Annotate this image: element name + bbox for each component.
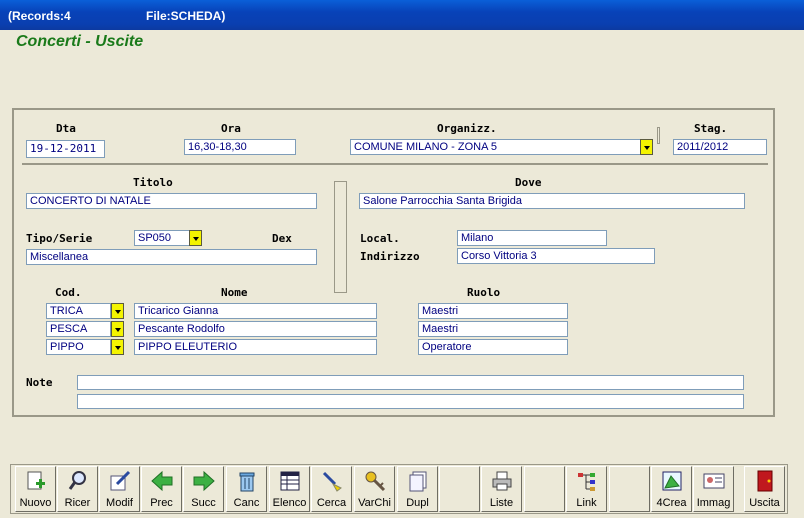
- ora-label: Ora: [221, 122, 241, 135]
- local-label: Local.: [360, 232, 400, 245]
- dex-field[interactable]: Miscellanea: [26, 249, 317, 265]
- dupl-button[interactable]: Dupl: [397, 466, 438, 512]
- dupl-label: Dupl: [406, 497, 429, 509]
- link-button[interactable]: Link: [566, 466, 607, 512]
- elenco-label: Elenco: [272, 497, 307, 509]
- nuovo-label: Nuovo: [19, 497, 52, 509]
- id-card-icon: [703, 473, 725, 489]
- succ-button[interactable]: Succ: [183, 466, 224, 512]
- note-label: Note: [26, 376, 53, 389]
- divider: [334, 181, 347, 293]
- nome-header: Nome: [221, 286, 248, 299]
- table-row-cod[interactable]: PESCA: [46, 321, 111, 337]
- cod-header: Cod.: [55, 286, 82, 299]
- prec-button[interactable]: Prec: [141, 466, 182, 512]
- nuovo-button[interactable]: Nuovo: [15, 466, 56, 512]
- note-field-2[interactable]: [77, 394, 744, 409]
- arrow-left-icon: [151, 470, 173, 492]
- cod-dropdown-button[interactable]: [111, 339, 124, 355]
- titolo-label: Titolo: [133, 176, 173, 189]
- printer-icon: [492, 471, 512, 491]
- empty-toolbar-button[interactable]: [439, 466, 480, 512]
- local-field[interactable]: Milano: [457, 230, 607, 246]
- varchi-button[interactable]: VarChi: [354, 466, 395, 512]
- trash-icon: [239, 472, 255, 492]
- link-label: Link: [576, 497, 597, 509]
- titolo-field[interactable]: CONCERTO DI NATALE: [26, 193, 317, 209]
- empty-toolbar-button[interactable]: [609, 466, 650, 512]
- table-row-ruolo[interactable]: Operatore: [418, 339, 568, 355]
- edit-icon: [110, 470, 131, 491]
- table-row-nome[interactable]: Tricarico Gianna: [134, 303, 377, 319]
- tipo-serie-label: Tipo/Serie: [26, 232, 93, 245]
- tipo-serie-dropdown-button[interactable]: [189, 230, 202, 246]
- records-count: (Records:4: [8, 9, 71, 23]
- table-row-ruolo[interactable]: Maestri: [418, 303, 568, 319]
- table-row-cod[interactable]: TRICA: [46, 303, 111, 319]
- dove-field[interactable]: Salone Parrocchia Santa Brigida: [359, 193, 745, 209]
- ruolo-header: Ruolo: [467, 286, 501, 299]
- table-row-cod[interactable]: PIPPO: [46, 339, 111, 355]
- organizz-label: Organizz.: [437, 122, 497, 135]
- table-row-ruolo[interactable]: Maestri: [418, 321, 568, 337]
- arrow-right-icon: [193, 470, 215, 492]
- ricer-label: Ricer: [64, 497, 91, 509]
- keys-icon: [365, 471, 386, 492]
- cod-dropdown-button[interactable]: [111, 321, 124, 337]
- table-row-nome[interactable]: Pescante Rodolfo: [134, 321, 377, 337]
- varchi-label: VarChi: [358, 497, 391, 509]
- prec-label: Prec: [150, 497, 173, 509]
- divider: [657, 127, 660, 144]
- search-icon: [68, 471, 86, 490]
- title-bar: (Records:4 File:SCHEDA): [0, 0, 804, 30]
- empty-toolbar-button[interactable]: [524, 466, 565, 512]
- organizz-field[interactable]: COMUNE MILANO - ZONA 5: [350, 139, 641, 155]
- liste-button[interactable]: Liste: [481, 466, 522, 512]
- immag-label: Immag: [696, 497, 731, 509]
- stag-field[interactable]: 2011/2012: [673, 139, 767, 155]
- duplicate-icon: [409, 471, 427, 492]
- new-doc-icon: [27, 471, 45, 490]
- list-icon: [280, 471, 300, 491]
- indirizzo-field[interactable]: Corso Vittoria 3: [457, 248, 655, 264]
- immag-button[interactable]: Immag: [693, 466, 734, 512]
- dex-label: Dex: [272, 232, 292, 245]
- form-title: Concerti - Uscite: [16, 33, 144, 50]
- table-row-nome[interactable]: PIPPO ELEUTERIO: [134, 339, 377, 355]
- 4crea-button[interactable]: 4Crea: [651, 466, 692, 512]
- cod-dropdown-button[interactable]: [111, 303, 124, 319]
- brush-icon: [322, 471, 342, 492]
- ricer-button[interactable]: Ricer: [57, 466, 98, 512]
- divider: [22, 163, 768, 165]
- ora-field[interactable]: 16,30-18,30: [184, 139, 296, 155]
- cerca-button[interactable]: Cerca: [311, 466, 352, 512]
- link-icon: [578, 473, 595, 491]
- create-icon: [662, 471, 682, 491]
- dove-label: Dove: [515, 176, 542, 189]
- canc-button[interactable]: Canc: [226, 466, 267, 512]
- dta-field[interactable]: 19-12-2011: [26, 140, 105, 158]
- dta-label: Dta: [56, 122, 76, 135]
- stag-label: Stag.: [694, 122, 728, 135]
- indirizzo-label: Indirizzo: [360, 250, 420, 263]
- canc-label: Canc: [233, 497, 260, 509]
- 4crea-label: 4Crea: [656, 497, 687, 509]
- succ-label: Succ: [191, 497, 216, 509]
- modif-label: Modif: [106, 497, 133, 509]
- file-name: File:SCHEDA): [146, 9, 226, 23]
- note-field-1[interactable]: [77, 375, 744, 390]
- tipo-serie-field[interactable]: SP050: [134, 230, 190, 246]
- liste-label: Liste: [489, 497, 514, 509]
- uscita-label: Uscita: [749, 497, 780, 509]
- organizz-dropdown-button[interactable]: [640, 139, 653, 155]
- uscita-button[interactable]: Uscita: [744, 466, 785, 512]
- cerca-label: Cerca: [316, 497, 347, 509]
- exit-door-icon: [757, 470, 773, 492]
- modif-button[interactable]: Modif: [99, 466, 140, 512]
- elenco-button[interactable]: Elenco: [269, 466, 310, 512]
